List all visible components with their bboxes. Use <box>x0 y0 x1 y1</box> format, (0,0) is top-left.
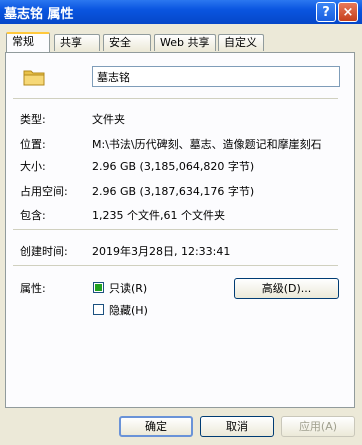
size-on-disk-value: 2.96 GB (3,187,634,176 字节) <box>92 185 255 198</box>
cancel-button[interactable]: 取消 <box>200 416 274 437</box>
location-value: M:\书法\历代碑刻、墓志、造像题记和摩崖刻石 <box>92 138 322 151</box>
divider <box>13 265 338 266</box>
properties-dialog: 墓志铭 属性 ? × 常规 共享 安全 Web 共享 自定义 墓志铭 类型: 文… <box>0 0 362 445</box>
size-on-disk-label: 占用空间: <box>20 185 68 198</box>
hidden-checkbox-label[interactable]: 隐藏(H) <box>109 302 148 318</box>
close-button[interactable]: × <box>338 2 358 22</box>
window-title: 墓志铭 属性 <box>4 7 74 22</box>
readonly-checkbox[interactable] <box>93 282 104 293</box>
tab-security[interactable]: 安全 <box>103 34 151 51</box>
contains-value: 1,235 个文件,61 个文件夹 <box>92 209 225 222</box>
general-panel <box>5 52 355 408</box>
attributes-label: 属性: <box>20 282 46 295</box>
tab-customize[interactable]: 自定义 <box>218 34 264 51</box>
ok-button[interactable]: 确定 <box>119 416 193 437</box>
folder-icon <box>23 70 45 86</box>
type-value: 文件夹 <box>92 113 125 126</box>
title-bar[interactable]: 墓志铭 属性 ? × <box>0 0 362 24</box>
tab-web-sharing[interactable]: Web 共享 <box>154 34 216 51</box>
folder-name-input[interactable]: 墓志铭 <box>92 66 340 87</box>
location-label: 位置: <box>20 138 46 151</box>
readonly-checkbox-label[interactable]: 只读(R) <box>109 280 147 296</box>
created-label: 创建时间: <box>20 245 68 258</box>
contains-label: 包含: <box>20 209 46 222</box>
apply-button[interactable]: 应用(A) <box>281 416 355 437</box>
size-value: 2.96 GB (3,185,064,820 字节) <box>92 160 255 173</box>
advanced-button[interactable]: 高级(D)... <box>234 278 339 299</box>
divider <box>13 229 338 230</box>
help-button[interactable]: ? <box>316 2 336 22</box>
created-value: 2019年3月28日, 12:33:41 <box>92 245 231 258</box>
type-label: 类型: <box>20 113 46 126</box>
size-label: 大小: <box>20 160 46 173</box>
hidden-checkbox[interactable] <box>93 304 104 315</box>
divider <box>13 98 338 99</box>
tab-sharing[interactable]: 共享 <box>54 34 100 51</box>
tab-general[interactable]: 常规 <box>6 32 50 52</box>
